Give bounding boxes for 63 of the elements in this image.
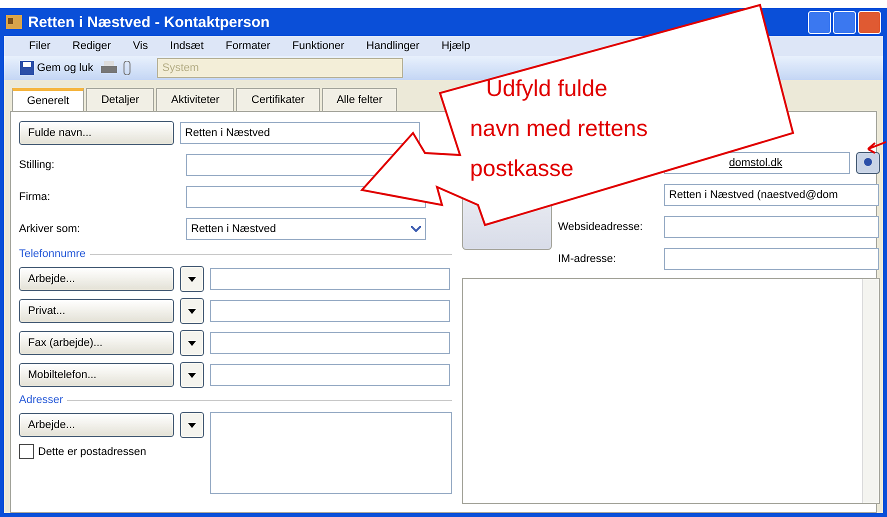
menu-item[interactable]: Rediger (61, 40, 122, 52)
notes-field[interactable] (462, 278, 880, 504)
tab[interactable]: Detaljer (86, 88, 154, 111)
field-label: IM-adresse: (558, 253, 618, 265)
menu-item[interactable]: Hjælp (430, 40, 482, 52)
dropdown-button[interactable] (180, 412, 204, 438)
input-field[interactable] (210, 364, 450, 386)
dropdown-button[interactable] (180, 330, 204, 356)
maximize-button[interactable] (833, 10, 856, 34)
tab[interactable]: Aktiviteter (156, 88, 234, 111)
checkbox-label: Dette er postadressen (38, 446, 146, 458)
tab[interactable]: Alle felter (322, 88, 398, 111)
close-button[interactable] (858, 10, 881, 34)
menu-item[interactable]: Handlinger (355, 40, 430, 52)
address-book-icon[interactable] (856, 152, 880, 174)
callout-text: postkasse (470, 154, 575, 183)
window-title: Retten i Næstved - Kontaktperson (28, 14, 270, 30)
section-title: Adresser (19, 394, 64, 406)
minimize-button[interactable] (808, 10, 831, 34)
menu-item[interactable]: Filer (18, 40, 62, 52)
caret-icon (188, 340, 196, 346)
phone-type-button[interactable]: Mobiltelefon... (19, 363, 174, 387)
input-field[interactable] (664, 248, 879, 270)
caret-icon (188, 422, 196, 428)
phone-type-button[interactable]: Privat... (19, 299, 174, 323)
dropdown-button[interactable] (180, 298, 204, 324)
print-icon[interactable] (101, 61, 118, 75)
contact-card-icon (6, 15, 22, 29)
field-label: Stilling: (19, 159, 56, 171)
tab[interactable]: Certifikater (236, 88, 320, 111)
chevron-icon (411, 226, 421, 232)
field-label: Arkiver som: (19, 223, 82, 235)
input-field[interactable] (210, 300, 450, 322)
address-field[interactable] (210, 412, 452, 494)
menu-item[interactable]: Indsæt (159, 40, 215, 52)
callout-text: Udfyld fulde (485, 74, 608, 103)
input-field[interactable] (210, 268, 450, 290)
arrow-icon (867, 140, 887, 154)
section-title: Telefonnumre (19, 248, 86, 260)
input-field[interactable]: Retten i Næstved (180, 122, 420, 144)
tab[interactable]: Generelt (12, 88, 84, 111)
dropdown-field[interactable]: Retten i Næstved (186, 218, 426, 240)
checkbox[interactable] (19, 444, 34, 459)
caret-icon (188, 276, 196, 282)
caret-icon (188, 308, 196, 314)
dropdown-button[interactable] (180, 362, 204, 388)
menu-item[interactable]: Formater (214, 40, 282, 52)
callout-text: navn med rettens (470, 114, 648, 143)
input-field[interactable] (664, 216, 879, 238)
paperclip-icon[interactable] (123, 61, 132, 75)
save-button[interactable]: Gem og luk (18, 61, 96, 75)
menu-item[interactable]: Vis (122, 40, 160, 52)
field-label: Firma: (19, 191, 52, 203)
address-type-button[interactable]: Arbejde... (19, 413, 174, 437)
phone-type-button[interactable]: Fax (arbejde)... (19, 331, 174, 355)
input-field[interactable] (210, 332, 450, 354)
dropdown-button[interactable] (180, 266, 204, 292)
input-field[interactable]: Retten i Næstved (naestved@dom (664, 184, 879, 206)
full-name-button[interactable]: Fulde navn... (19, 121, 174, 145)
phone-type-button[interactable]: Arbejde... (19, 267, 174, 291)
menu-item[interactable]: Funktioner (281, 40, 356, 52)
caret-icon (188, 372, 196, 378)
field-label: Websideadresse: (558, 221, 644, 233)
